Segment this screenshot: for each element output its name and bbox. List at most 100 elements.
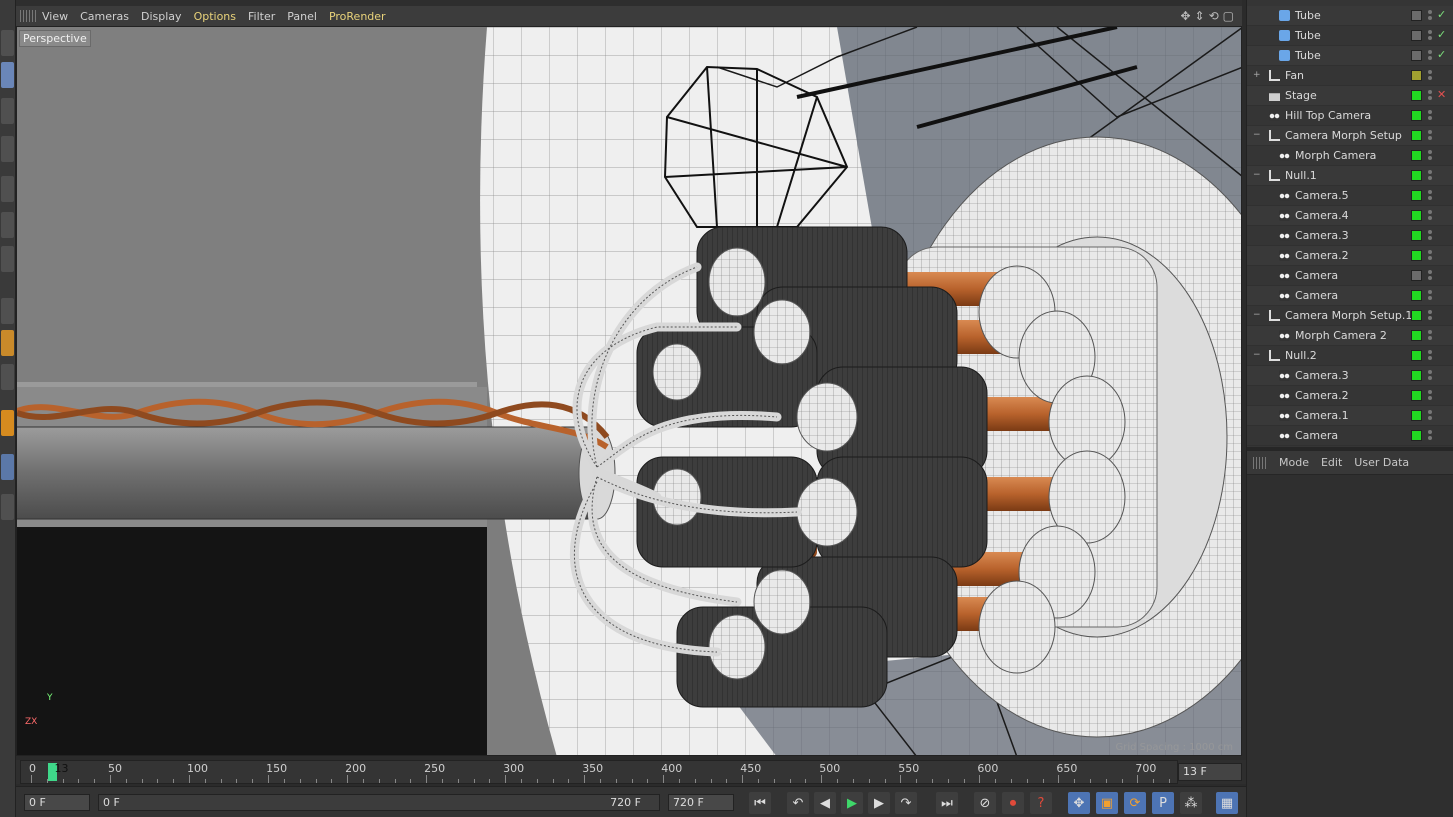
object-row[interactable]: − Null.1	[1247, 166, 1453, 186]
visibility-dots-icon[interactable]	[1428, 9, 1434, 23]
object-label[interactable]: Camera.2	[1295, 389, 1349, 402]
object-label[interactable]: Camera	[1295, 289, 1338, 302]
object-row[interactable]: Camera.4	[1247, 206, 1453, 226]
edges-mode-icon[interactable]	[1, 212, 14, 238]
current-frame-field[interactable]: 13 F	[1178, 763, 1242, 781]
next-key-icon[interactable]: ↷	[895, 792, 917, 814]
object-row[interactable]: Camera.2	[1247, 386, 1453, 406]
record-disabled-icon[interactable]: ⊘	[974, 792, 996, 814]
object-label[interactable]: Null.1	[1285, 169, 1317, 182]
menu-filter[interactable]: Filter	[244, 10, 283, 23]
object-label[interactable]: Fan	[1285, 69, 1304, 82]
next-frame-icon[interactable]: ▶	[868, 792, 890, 814]
object-row[interactable]: − Camera Morph Setup	[1247, 126, 1453, 146]
visibility-dots-icon[interactable]	[1428, 329, 1434, 343]
enabled-check-icon[interactable]: ✓	[1437, 8, 1446, 21]
axis-mode-icon[interactable]	[1, 136, 14, 162]
menu-prorender[interactable]: ProRender	[325, 10, 394, 23]
tweak-icon[interactable]	[1, 330, 14, 356]
layer-color-swatch[interactable]	[1411, 70, 1422, 81]
object-row[interactable]: − Null.2	[1247, 346, 1453, 366]
visibility-dots-icon[interactable]	[1428, 89, 1434, 103]
object-label[interactable]: Camera Morph Setup.1	[1285, 309, 1412, 322]
visibility-dots-icon[interactable]	[1428, 109, 1434, 123]
previous-frame-icon[interactable]: ◀	[814, 792, 836, 814]
enabled-check-icon[interactable]: ✓	[1437, 48, 1446, 61]
visibility-dots-icon[interactable]	[1428, 269, 1434, 283]
layer-color-swatch[interactable]	[1411, 270, 1422, 281]
object-row[interactable]: Hill Top Camera	[1247, 106, 1453, 126]
workplane-lock-icon[interactable]	[1, 410, 14, 436]
layer-color-swatch[interactable]	[1411, 330, 1422, 341]
layer-color-swatch[interactable]	[1411, 290, 1422, 301]
points-mode-icon[interactable]	[1, 176, 14, 202]
object-row[interactable]: Tube ✓	[1247, 46, 1453, 66]
object-label[interactable]: Null.2	[1285, 349, 1317, 362]
layer-color-swatch[interactable]	[1411, 130, 1422, 141]
previous-key-icon[interactable]: ↶	[787, 792, 809, 814]
visibility-dots-icon[interactable]	[1428, 229, 1434, 243]
autokey-icon[interactable]: ?	[1030, 792, 1052, 814]
polygons-mode-icon[interactable]	[1, 246, 14, 272]
object-label[interactable]: Stage	[1285, 89, 1317, 102]
object-label[interactable]: Camera.5	[1295, 189, 1349, 202]
workplane-icon[interactable]	[1, 30, 14, 56]
timeline-ruler[interactable]: 0 13 50 100 150 200 250 300 350 400 450 500 550 600 65…	[20, 760, 1178, 784]
object-label[interactable]: Camera.4	[1295, 209, 1349, 222]
layer-color-swatch[interactable]	[1411, 370, 1422, 381]
layer-color-swatch[interactable]	[1411, 410, 1422, 421]
enable-axis-icon[interactable]	[1, 298, 14, 324]
visibility-dots-icon[interactable]	[1428, 389, 1434, 403]
visibility-dots-icon[interactable]	[1428, 209, 1434, 223]
object-row[interactable]: Stage ✕	[1247, 86, 1453, 106]
object-label[interactable]: Camera Morph Setup	[1285, 129, 1402, 142]
object-row[interactable]: Camera	[1247, 286, 1453, 306]
object-label[interactable]: Camera.2	[1295, 249, 1349, 262]
collapse-icon[interactable]: −	[1253, 310, 1263, 320]
perspective-viewport[interactable]: Perspective Grid Spacing : 1000 cm Y ZX	[16, 26, 1242, 756]
model-mode-icon[interactable]	[1, 62, 14, 88]
object-row[interactable]: Tube ✓	[1247, 26, 1453, 46]
menu-options[interactable]: Options	[190, 10, 244, 23]
go-to-start-icon[interactable]: ⏮	[749, 792, 771, 814]
layer-color-swatch[interactable]	[1411, 250, 1422, 261]
layer-color-swatch[interactable]	[1411, 390, 1422, 401]
snap-icon[interactable]	[1, 364, 14, 390]
rotate-view-icon[interactable]: ⟲	[1209, 9, 1219, 23]
maximize-view-icon[interactable]: ▢	[1223, 9, 1234, 23]
attr-menu-edit[interactable]: Edit	[1317, 456, 1350, 469]
visibility-dots-icon[interactable]	[1428, 129, 1434, 143]
object-label[interactable]: Hill Top Camera	[1285, 109, 1371, 122]
layer-color-swatch[interactable]	[1411, 10, 1422, 21]
visibility-dots-icon[interactable]	[1428, 29, 1434, 43]
end-frame-field[interactable]: 720 F	[668, 794, 734, 811]
key-rotation-icon[interactable]: ⟳	[1124, 792, 1146, 814]
object-row[interactable]: Camera.3	[1247, 226, 1453, 246]
visibility-dots-icon[interactable]	[1428, 309, 1434, 323]
layer-color-swatch[interactable]	[1411, 150, 1422, 161]
attr-menu-user-data[interactable]: User Data	[1350, 456, 1417, 469]
object-label[interactable]: Tube	[1295, 29, 1321, 42]
visibility-dots-icon[interactable]	[1428, 369, 1434, 383]
object-label[interactable]: Morph Camera 2	[1295, 329, 1387, 342]
viewport-label[interactable]: Perspective	[19, 30, 91, 47]
layer-color-swatch[interactable]	[1411, 190, 1422, 201]
object-row[interactable]: − Camera Morph Setup.1	[1247, 306, 1453, 326]
zoom-view-icon[interactable]: ⇕	[1195, 9, 1205, 23]
start-frame-field[interactable]: 0 F	[24, 794, 90, 811]
enabled-check-icon[interactable]: ✓	[1437, 28, 1446, 41]
visibility-dots-icon[interactable]	[1428, 189, 1434, 203]
planar-workplane-icon[interactable]	[1, 454, 14, 480]
visibility-dots-icon[interactable]	[1428, 69, 1434, 83]
layer-color-swatch[interactable]	[1411, 430, 1422, 441]
object-label[interactable]: Tube	[1295, 49, 1321, 62]
object-row[interactable]: Camera.3	[1247, 366, 1453, 386]
menu-grip[interactable]	[1253, 456, 1267, 469]
object-row[interactable]: Camera.2	[1247, 246, 1453, 266]
object-label[interactable]: Camera.1	[1295, 409, 1349, 422]
object-label[interactable]: Camera.3	[1295, 229, 1349, 242]
key-scale-icon[interactable]: ▣	[1096, 792, 1118, 814]
play-icon[interactable]: ▶	[841, 792, 863, 814]
object-label[interactable]: Camera	[1295, 269, 1338, 282]
visibility-dots-icon[interactable]	[1428, 169, 1434, 183]
